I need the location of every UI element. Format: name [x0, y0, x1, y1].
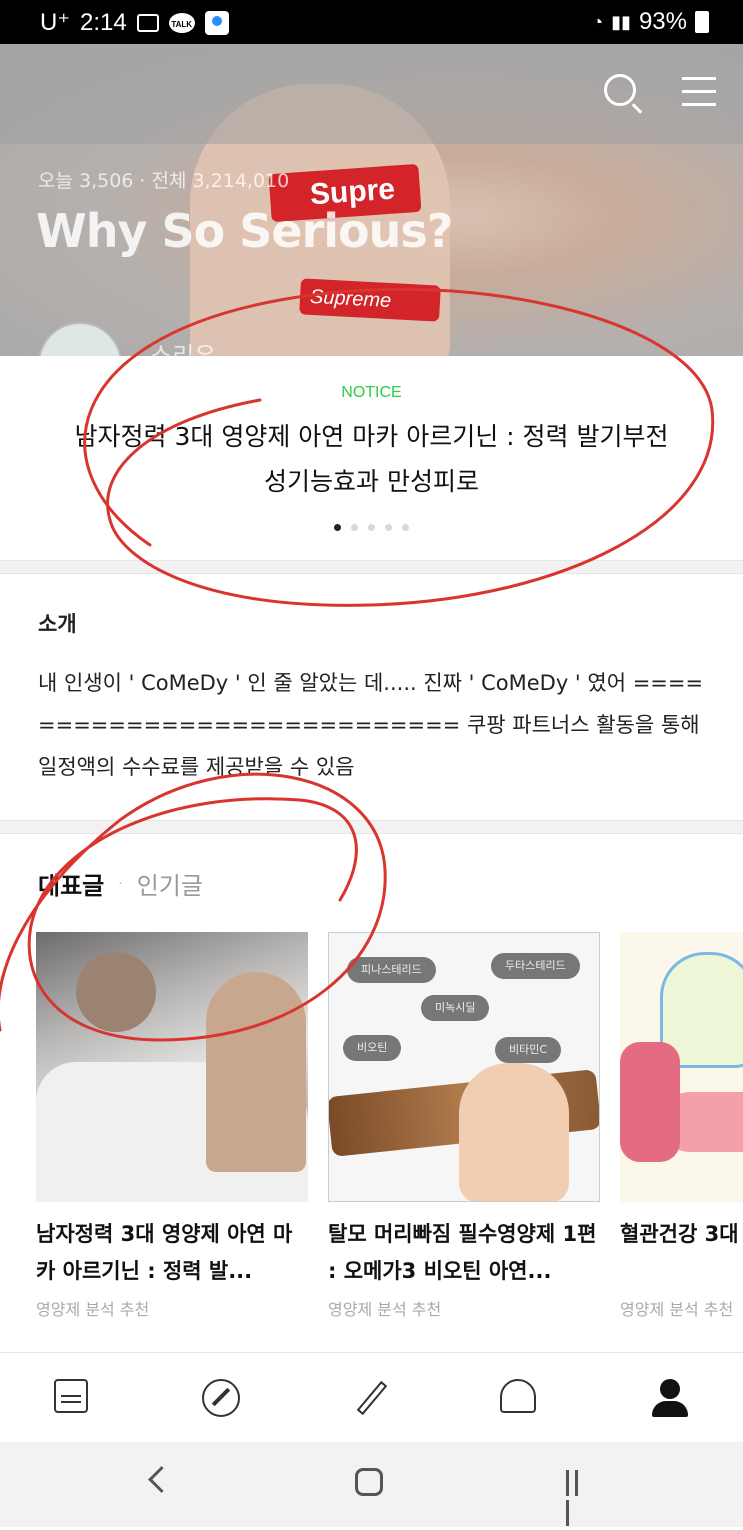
post-title[interactable]: 탈모 머리빠짐 필수영양제 1편 : 오메가3 비오틴 아연... [328, 1216, 600, 1290]
tab-featured[interactable]: 대표글 [38, 866, 104, 901]
bell-icon[interactable] [500, 1379, 536, 1413]
carousel-dot[interactable] [351, 524, 358, 531]
menu-icon[interactable] [682, 77, 716, 107]
section-divider [0, 820, 743, 834]
post-thumbnail[interactable] [36, 932, 308, 1202]
blog-title[interactable]: Why So Serious? [36, 204, 453, 258]
featured-posts-carousel[interactable]: 남자정력 3대 영양제 아연 마카 아르기닌 : 정력 발... 영양제 분석 … [36, 932, 743, 1322]
system-navigation-bar [0, 1442, 743, 1527]
post-category: 영양제 분석 추천 [328, 1300, 442, 1319]
carousel-dot[interactable] [368, 524, 375, 531]
post-card[interactable]: 남자정력 3대 영양제 아연 마카 아르기닌 : 정력 발... 영양제 분석 … [36, 932, 308, 1320]
tab-separator: · [118, 875, 123, 892]
intro-heading: 소개 [38, 612, 77, 636]
thumbnail-pill: 미녹시딜 [421, 995, 490, 1021]
carousel-dot[interactable] [385, 524, 392, 531]
back-icon[interactable] [148, 1466, 175, 1493]
feed-icon[interactable] [54, 1379, 88, 1413]
battery-icon [695, 11, 709, 33]
compass-icon[interactable] [202, 1379, 240, 1417]
clock: 2:14 [80, 8, 127, 36]
status-right: ◔ ▮▮ 93% [592, 8, 709, 36]
home-icon[interactable] [355, 1468, 383, 1496]
visitor-count: 오늘 3,506 · 전체 3,214,010 [38, 170, 290, 192]
profile-icon[interactable] [650, 1379, 690, 1419]
notice-title[interactable]: 남자정력 3대 영양제 아연 마카 아르기닌 : 정력 발기부전 성기능효과 만… [72, 414, 672, 504]
status-left: U⁺ 2:14 TALK [40, 8, 229, 37]
post-title[interactable]: 혈관건강 3대 3 코큐텐 폴리 [620, 1216, 743, 1290]
post-card[interactable]: 혈관건강 3대 3 코큐텐 폴리 영양제 분석 추천 [620, 932, 743, 1320]
thumbnail-pill: 피나스테리드 [347, 957, 436, 983]
tab-popular[interactable]: 인기글 [137, 866, 203, 901]
carousel-dot[interactable] [402, 524, 409, 531]
gallery-icon [136, 13, 159, 32]
map-app-icon [204, 10, 229, 35]
bottom-navigation [0, 1352, 743, 1443]
avatar[interactable] [38, 322, 122, 356]
pencil-icon[interactable] [352, 1379, 392, 1419]
recent-apps-icon[interactable] [566, 1470, 590, 1526]
post-title[interactable]: 남자정력 3대 영양제 아연 마카 아르기닌 : 정력 발... [36, 1216, 308, 1290]
battery-level: 93% [638, 8, 687, 35]
carrier-label: U⁺ [40, 9, 70, 36]
header-photo-band-lower: Supreme [299, 278, 441, 322]
thumbnail-pill: 비타민C [495, 1037, 562, 1063]
notice-carousel[interactable]: NOTICE 남자정력 3대 영양제 아연 마카 아르기닌 : 정력 발기부전 … [0, 356, 743, 560]
section-divider [0, 560, 743, 574]
thumbnail-pill: 비오틴 [343, 1035, 402, 1061]
search-icon[interactable] [604, 74, 636, 106]
carousel-dots [0, 524, 743, 531]
notice-label: NOTICE [341, 384, 402, 401]
post-tabs: 대표글 · 인기글 [38, 866, 203, 901]
signal-icon: ▮▮ [611, 11, 631, 32]
blog-header: Supre Supreme 오늘 3,506 · 전체 3,214,010 Wh… [0, 44, 743, 356]
blogger-nickname[interactable]: 소리우 [150, 336, 216, 356]
post-thumbnail[interactable]: 피나스테리드 두타스테리드 미녹시딜 비오틴 비타민C [328, 932, 600, 1202]
post-category: 영양제 분석 추천 [36, 1300, 150, 1319]
carousel-dot[interactable] [334, 524, 341, 531]
post-thumbnail[interactable] [620, 932, 743, 1202]
kakaotalk-icon: TALK [168, 12, 195, 33]
intro-text: 내 인생이 ' CoMeDy ' 인 줄 알았는 데..... 진짜 ' CoM… [38, 671, 704, 779]
status-bar: U⁺ 2:14 TALK ◔ ▮▮ 93% [0, 0, 743, 44]
post-card[interactable]: 피나스테리드 두타스테리드 미녹시딜 비오틴 비타민C 탈모 머리빠짐 필수영양… [328, 932, 600, 1320]
post-category: 영양제 분석 추천 [620, 1300, 734, 1319]
thumbnail-pill: 두타스테리드 [491, 953, 580, 979]
wifi-icon: ◔ [592, 11, 604, 32]
